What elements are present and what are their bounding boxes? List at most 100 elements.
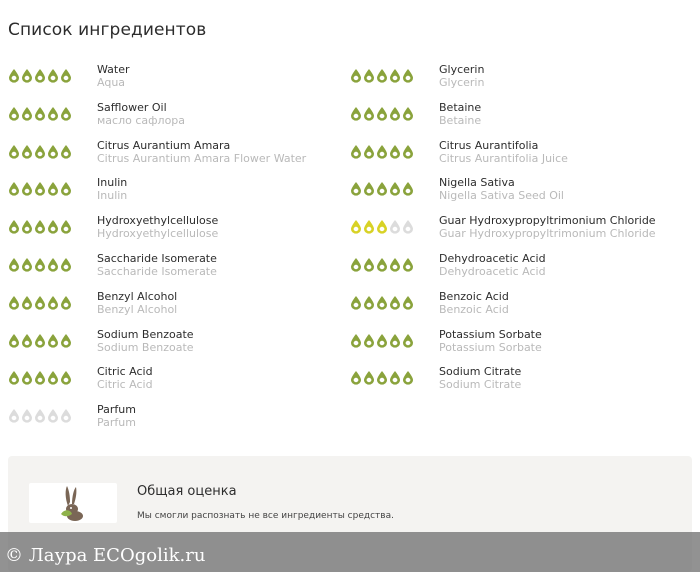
drop-rating-icon xyxy=(61,371,71,385)
ingredient-names: Benzoic Acid Benzoic Acid xyxy=(439,290,509,316)
ingredient-rating xyxy=(8,219,72,235)
drop-rating-icon xyxy=(390,220,400,234)
ingredient-row[interactable]: Betaine Betaine xyxy=(350,98,690,136)
ingredient-names: Guar Hydroxypropyltrimonium Chloride Guar… xyxy=(439,214,656,240)
ingredient-row[interactable]: Hydroxyethylcellulose Hydroxyethylcellulo… xyxy=(8,211,348,249)
drop-rating-icon xyxy=(35,257,45,272)
ingredient-inci-name: масло сафлора xyxy=(97,113,186,127)
ingredient-row[interactable]: Citrus Aurantium Amara Citrus Aurantium A… xyxy=(8,136,348,174)
ingredient-rating xyxy=(8,370,72,386)
ingredient-name[interactable]: Saccharide Isomerate xyxy=(97,252,217,265)
drop-rating-icon xyxy=(35,295,45,310)
drop-rating-icon xyxy=(22,257,32,272)
ingredient-inci-name: Citrus Aurantifolia Juice xyxy=(439,151,568,165)
drop-rating-icon xyxy=(403,182,413,196)
ingredient-name[interactable]: Safflower Oil xyxy=(97,101,185,114)
ingredient-row[interactable]: Parfum Parfum xyxy=(8,400,348,438)
ingredient-name[interactable]: Water xyxy=(97,63,130,76)
drop-rating-icon xyxy=(22,333,32,348)
ingredient-inci-name: Benzoic Acid xyxy=(439,302,509,316)
ingredient-name[interactable]: Citric Acid xyxy=(97,365,153,378)
ingredient-name[interactable]: Sodium Citrate xyxy=(439,365,521,378)
drop-rating-icon xyxy=(48,257,58,272)
ingredient-row[interactable]: Citrus Aurantifolia Citrus Aurantifolia J… xyxy=(350,136,690,174)
ingredient-name[interactable]: Parfum xyxy=(97,403,136,416)
drop-rating-icon xyxy=(351,69,361,83)
ingredient-rating xyxy=(350,370,414,386)
drop-rating-icon xyxy=(364,69,374,83)
ingredient-name[interactable]: Glycerin xyxy=(439,63,484,76)
drop-rating-icon xyxy=(390,371,400,385)
ingredient-inci-name: Citric Acid xyxy=(97,378,153,392)
drop-rating-icon xyxy=(35,69,45,83)
drop-rating-icon xyxy=(390,106,400,121)
ingredient-names: Safflower Oil масло сафлора xyxy=(97,101,185,127)
drop-rating-icon xyxy=(48,333,58,348)
ingredient-name[interactable]: Dehydroacetic Acid xyxy=(439,252,546,265)
ingredient-rating xyxy=(8,144,72,160)
ingredient-rating xyxy=(8,181,72,197)
ingredient-inci-name: Guar Hydroxypropyltrimonium Chloride xyxy=(439,227,656,241)
ingredient-row[interactable]: Benzyl Alcohol Benzyl Alcohol xyxy=(8,287,348,325)
drop-rating-icon xyxy=(364,295,374,310)
ingredient-rating xyxy=(8,333,72,349)
ingredient-row[interactable]: Inulin Inulin xyxy=(8,173,348,211)
ingredient-name[interactable]: Benzyl Alcohol xyxy=(97,290,177,303)
drop-rating-icon xyxy=(377,106,387,121)
ingredient-row[interactable]: Potassium Sorbate Potassium Sorbate xyxy=(350,325,690,363)
ingredient-row[interactable]: Citric Acid Citric Acid xyxy=(8,362,348,400)
drop-rating-icon xyxy=(403,295,413,310)
ingredient-inci-name: Saccharide Isomerate xyxy=(97,264,217,278)
ingredient-name[interactable]: Benzoic Acid xyxy=(439,290,509,303)
drop-rating-icon xyxy=(351,295,361,310)
ingredient-row[interactable]: Saccharide Isomerate Saccharide Isomerate xyxy=(8,249,348,287)
ingredient-row[interactable]: Nigella Sativa Nigella Sativa Seed Oil xyxy=(350,173,690,211)
ingredient-inci-name: Aqua xyxy=(97,76,126,89)
ingredient-row[interactable]: Glycerin Glycerin xyxy=(350,60,690,98)
ingredient-row[interactable]: Safflower Oil масло сафлора xyxy=(8,98,348,136)
ingredient-row[interactable]: Guar Hydroxypropyltrimonium Chloride Guar… xyxy=(350,211,690,249)
ingredient-names: Citric Acid Citric Acid xyxy=(97,365,153,391)
ingredient-names: Saccharide Isomerate Saccharide Isomerate xyxy=(97,252,217,278)
drop-rating-icon xyxy=(403,257,413,272)
drop-rating-icon xyxy=(364,182,374,196)
ingredient-names: Glycerin Glycerin xyxy=(439,63,484,89)
drop-rating-icon xyxy=(48,295,58,310)
ingredient-name[interactable]: Nigella Sativa xyxy=(439,176,564,189)
ingredient-inci-name: Glycerin xyxy=(439,76,485,89)
ingredient-inci-name: Potassium Sorbate xyxy=(439,340,542,354)
ingredient-rating xyxy=(8,106,72,122)
drop-rating-icon xyxy=(390,295,400,310)
ingredient-name[interactable]: Potassium Sorbate xyxy=(439,328,542,341)
ingredient-names: Hydroxyethylcellulose Hydroxyethylcellulo… xyxy=(97,214,218,240)
ingredient-row[interactable]: Benzoic Acid Benzoic Acid xyxy=(350,287,690,325)
ingredient-names: Sodium Citrate Sodium Citrate xyxy=(439,365,521,391)
drop-rating-icon xyxy=(351,333,361,348)
ingredient-row[interactable]: Water Aqua xyxy=(8,60,348,98)
ingredient-row[interactable]: Sodium Citrate Sodium Citrate xyxy=(350,362,690,400)
ingredient-name[interactable]: Inulin xyxy=(97,176,127,189)
ingredient-row[interactable]: Sodium Benzoate Sodium Benzoate xyxy=(8,325,348,363)
ingredient-row[interactable]: Dehydroacetic Acid Dehydroacetic Acid xyxy=(350,249,690,287)
drop-rating-icon xyxy=(351,182,361,196)
ingredient-names: Benzyl Alcohol Benzyl Alcohol xyxy=(97,290,177,316)
drop-rating-icon xyxy=(364,371,374,385)
ingredient-name[interactable]: Citrus Aurantifolia xyxy=(439,139,568,152)
ingredient-name[interactable]: Guar Hydroxypropyltrimonium Chloride xyxy=(439,214,656,227)
drop-rating-icon xyxy=(61,257,71,272)
ingredient-name[interactable]: Betaine xyxy=(439,101,481,114)
drop-rating-icon xyxy=(48,409,58,423)
ingredient-name[interactable]: Hydroxyethylcellulose xyxy=(97,214,218,227)
drop-rating-icon xyxy=(48,144,58,159)
drop-rating-icon xyxy=(9,257,19,272)
ingredient-name[interactable]: Sodium Benzoate xyxy=(97,328,194,341)
ingredient-names: Dehydroacetic Acid Dehydroacetic Acid xyxy=(439,252,546,278)
ingredient-name[interactable]: Citrus Aurantium Amara xyxy=(97,139,306,152)
drop-rating-icon xyxy=(35,106,45,121)
drop-rating-icon xyxy=(377,295,387,310)
drop-rating-icon xyxy=(61,409,71,423)
drop-rating-icon xyxy=(390,182,400,196)
drop-rating-icon xyxy=(22,220,32,234)
drop-rating-icon xyxy=(35,371,45,385)
ingredient-rating xyxy=(8,408,72,424)
